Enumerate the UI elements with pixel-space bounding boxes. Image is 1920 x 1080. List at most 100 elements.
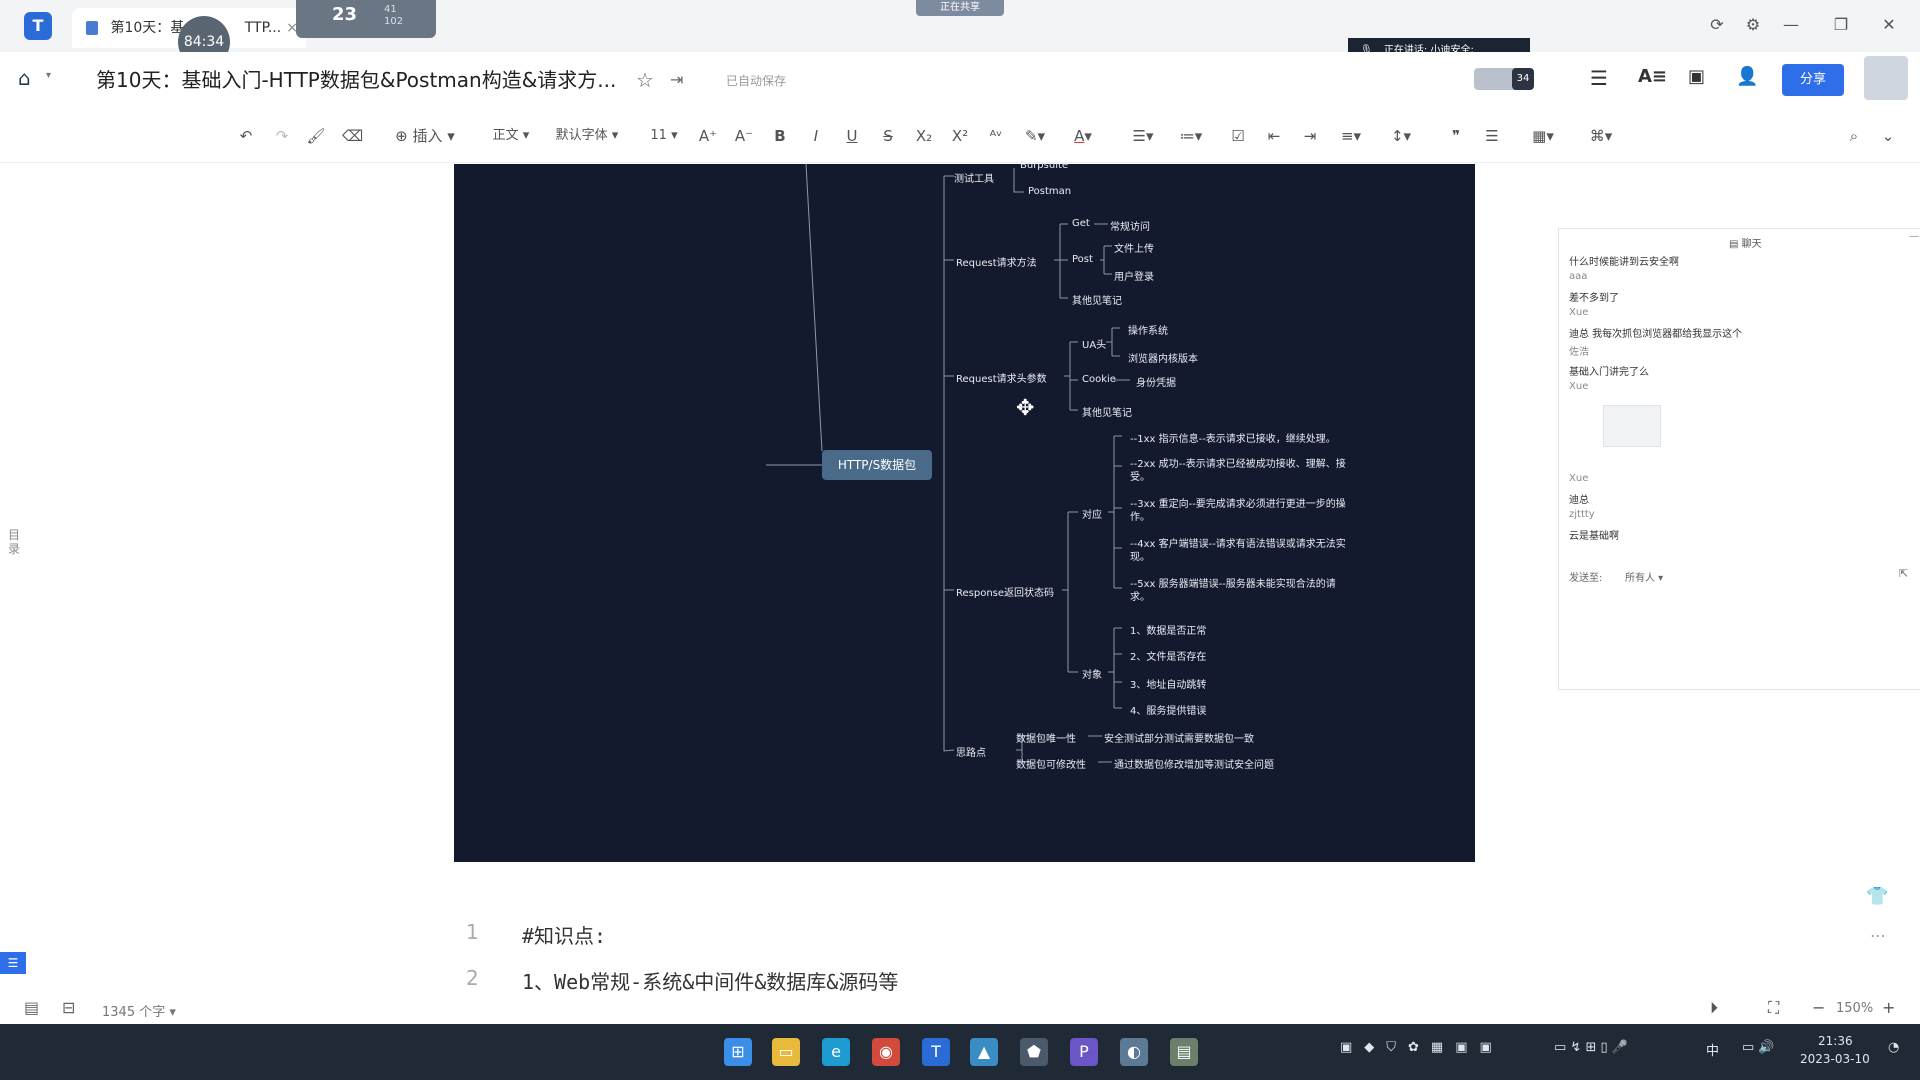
close-button[interactable]: ✕ bbox=[1874, 10, 1904, 40]
paragraph-style-select[interactable]: 正文 ▾ bbox=[484, 124, 538, 148]
node-get[interactable]: Get bbox=[1072, 218, 1090, 229]
node-get-desc[interactable]: 常规访问 bbox=[1110, 218, 1150, 233]
font-settings-icon[interactable]: A≡ bbox=[1638, 66, 1667, 87]
user-avatar[interactable] bbox=[1864, 56, 1908, 100]
ime-indicator[interactable]: 中 bbox=[1706, 1040, 1719, 1059]
node-ua-browser[interactable]: 浏览器内核版本 bbox=[1128, 350, 1198, 365]
star-icon[interactable]: ☆ bbox=[636, 68, 654, 92]
start-menu-icon[interactable]: ⊞ bbox=[724, 1038, 752, 1066]
align-icon[interactable]: ≡▾ bbox=[1336, 124, 1366, 148]
strikethrough-icon[interactable]: S bbox=[878, 124, 898, 148]
menu-icon[interactable]: ☰ bbox=[1590, 66, 1608, 90]
node-cookie-desc[interactable]: 身份凭据 bbox=[1136, 374, 1176, 389]
undo-icon[interactable]: ↶ bbox=[236, 124, 256, 148]
node-thinking[interactable]: 思路点 bbox=[956, 744, 986, 759]
file-explorer-icon[interactable]: ▭ bbox=[772, 1038, 800, 1066]
checklist-icon[interactable]: ☑ bbox=[1228, 124, 1248, 148]
word-count[interactable]: 1345 个字 ▾ bbox=[102, 1001, 176, 1020]
present-icon[interactable]: ▣ bbox=[1688, 66, 1705, 87]
node-code-5xx[interactable]: --5xx 服务器端错误--服务器未能实现合法的请求。 bbox=[1130, 578, 1350, 604]
shield-app-icon[interactable]: ⬟ bbox=[1020, 1038, 1048, 1066]
doc-app-icon[interactable]: T bbox=[922, 1038, 950, 1066]
collapse-toolbar-icon[interactable]: ⌄ bbox=[1878, 124, 1898, 148]
chevron-down-icon[interactable]: ▾ bbox=[46, 70, 51, 81]
node-thinking-2-desc[interactable]: 通过数据包修改增加等测试安全问题 bbox=[1114, 756, 1274, 771]
node-correspond[interactable]: 对应 bbox=[1082, 506, 1102, 521]
minimize-button[interactable]: — bbox=[1776, 10, 1806, 40]
superscript-icon[interactable]: X² bbox=[950, 124, 970, 148]
insert-button[interactable]: ⊕ 插入 ▾ bbox=[390, 124, 460, 148]
underline-icon[interactable]: U bbox=[842, 124, 862, 148]
zoom-in-button[interactable]: + bbox=[1882, 998, 1895, 1017]
node-code-4xx[interactable]: --4xx 客户端错误--请求有语法错误或请求无法实现。 bbox=[1130, 538, 1350, 564]
node-post-login[interactable]: 用户登录 bbox=[1114, 268, 1154, 283]
settings-icon[interactable]: ⚙ bbox=[1738, 10, 1768, 40]
node-object[interactable]: 对象 bbox=[1082, 666, 1102, 681]
highlight-icon[interactable]: ✎▾ bbox=[1020, 124, 1050, 148]
theme-icon[interactable]: 👕 bbox=[1866, 886, 1888, 907]
outdent-icon[interactable]: ⇤ bbox=[1264, 124, 1284, 148]
redo-icon[interactable]: ↷ bbox=[272, 124, 292, 148]
browser-app-icon[interactable]: ◐ bbox=[1120, 1038, 1148, 1066]
node-ua[interactable]: UA头 bbox=[1082, 336, 1106, 351]
notes-app-icon[interactable]: ▤ bbox=[1170, 1038, 1198, 1066]
node-other-notes-2[interactable]: 其他见笔记 bbox=[1082, 404, 1132, 419]
restore-button[interactable]: ❐ bbox=[1826, 10, 1856, 40]
participant-count-badge[interactable]: 34 bbox=[1512, 68, 1534, 90]
fullscreen-icon[interactable]: ⛶ bbox=[1768, 998, 1779, 1018]
line-spacing-icon[interactable]: ↕▾ bbox=[1386, 124, 1416, 148]
font-size-select[interactable]: 11 ▾ bbox=[644, 124, 684, 148]
quote-icon[interactable]: ❞ bbox=[1446, 124, 1466, 148]
chat-image-thumbnail[interactable] bbox=[1603, 405, 1661, 447]
top-center-share-label[interactable]: 正在共享 bbox=[916, 0, 1004, 16]
node-post-upload[interactable]: 文件上传 bbox=[1114, 240, 1154, 255]
chrome-browser-icon[interactable]: ◉ bbox=[872, 1038, 900, 1066]
node-request-header[interactable]: Request请求头参数 bbox=[956, 370, 1047, 385]
divider-icon[interactable]: ☰ bbox=[1482, 124, 1502, 148]
node-burpsuite[interactable]: Burpsuite bbox=[1020, 160, 1068, 171]
numbered-list-icon[interactable]: ≔▾ bbox=[1176, 124, 1206, 148]
network-status-icon[interactable]: ▭ ↯ ⊞ ▯ 🎤 bbox=[1554, 1040, 1628, 1055]
clear-format-icon[interactable]: ⌫ bbox=[342, 124, 363, 148]
clock-time[interactable]: 21:36 bbox=[1818, 1034, 1853, 1048]
bullet-list-icon[interactable]: ☰▾ bbox=[1128, 124, 1158, 148]
app-logo[interactable]: T bbox=[24, 12, 52, 40]
share-button[interactable]: 分享 bbox=[1782, 64, 1844, 96]
more-tools-icon[interactable]: ⌘▾ bbox=[1586, 124, 1616, 148]
mindmap-canvas[interactable]: HTTP/S数据包 Burpsuite 测试工具 Postman Request… bbox=[454, 160, 1475, 862]
node-code-1xx[interactable]: --1xx 指示信息--表示请求已接收，继续处理。 bbox=[1130, 430, 1336, 445]
node-code-3xx[interactable]: --3xx 重定向--要完成请求必须进行更进一步的操作。 bbox=[1130, 498, 1350, 524]
chat-input[interactable] bbox=[1563, 587, 1915, 683]
notification-icon[interactable]: ◔ bbox=[1888, 1040, 1899, 1055]
editor-line[interactable]: 1、Web常规-系统&中间件&数据库&源码等 bbox=[522, 966, 898, 995]
mindmap-root-node[interactable]: HTTP/S数据包 bbox=[822, 450, 932, 480]
bold-icon[interactable]: B bbox=[770, 124, 790, 148]
clock-date[interactable]: 2023-03-10 bbox=[1800, 1052, 1870, 1066]
node-ua-os[interactable]: 操作系统 bbox=[1128, 322, 1168, 337]
node-object-1[interactable]: 1、数据是否正常 bbox=[1130, 622, 1206, 637]
zoom-out-button[interactable]: − bbox=[1812, 998, 1825, 1017]
edge-browser-icon[interactable]: e bbox=[822, 1038, 850, 1066]
node-object-2[interactable]: 2、文件是否存在 bbox=[1130, 648, 1206, 663]
page-view-icon[interactable]: ⊟ bbox=[62, 998, 75, 1017]
indent-icon[interactable]: ⇥ bbox=[1300, 124, 1320, 148]
move-to-folder-icon[interactable]: ⇥ bbox=[670, 70, 683, 89]
chat-minimize-icon[interactable]: — bbox=[1909, 231, 1919, 242]
node-code-2xx[interactable]: --2xx 成功--表示请求已经被成功接收、理解、接受。 bbox=[1130, 458, 1350, 484]
outline-toggle-icon[interactable]: ☰ bbox=[0, 952, 26, 974]
sync-icon[interactable]: ⟳ bbox=[1702, 10, 1732, 40]
search-icon[interactable]: ⌕ bbox=[1844, 124, 1864, 148]
subscript-icon[interactable]: X₂ bbox=[914, 124, 934, 148]
node-cookie[interactable]: Cookie bbox=[1082, 374, 1116, 385]
spellcheck-icon[interactable]: ᴬᵛ bbox=[986, 124, 1006, 148]
table-icon[interactable]: ▦▾ bbox=[1528, 124, 1558, 148]
font-family-select[interactable]: 默认字体 ▾ bbox=[550, 124, 624, 148]
p-app-icon[interactable]: P bbox=[1070, 1038, 1098, 1066]
collaborator-icon[interactable]: 👤 bbox=[1736, 66, 1758, 87]
node-thinking-1-desc[interactable]: 安全测试部分测试需要数据包一致 bbox=[1104, 730, 1254, 745]
send-to-select[interactable]: 所有人 ▾ bbox=[1625, 569, 1663, 584]
node-post[interactable]: Post bbox=[1072, 254, 1093, 265]
node-response-code[interactable]: Response返回状态码 bbox=[956, 584, 1054, 599]
play-icon[interactable]: ⏵ bbox=[1710, 998, 1718, 1018]
increase-font-icon[interactable]: A⁺ bbox=[698, 124, 718, 148]
